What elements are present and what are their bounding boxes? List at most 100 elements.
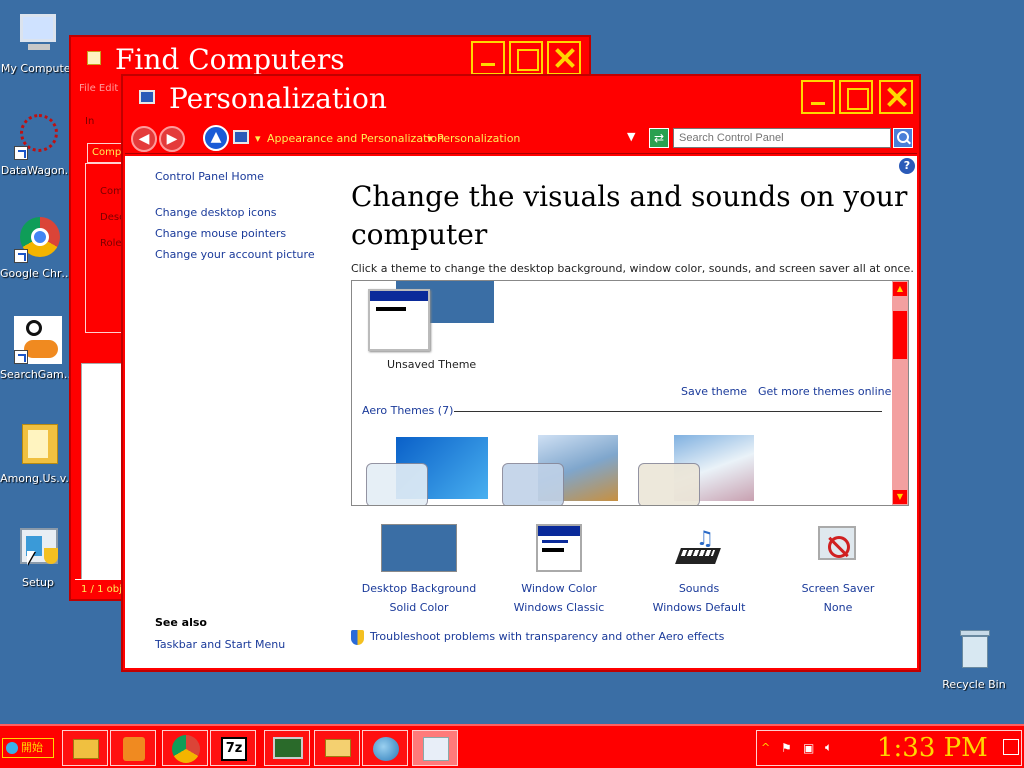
shortcut-arrow-icon xyxy=(14,350,28,364)
network-icon xyxy=(373,737,399,761)
group-divider xyxy=(454,411,882,412)
desktop-icon-label: DataWagon... xyxy=(0,164,76,177)
show-hidden-icons-button[interactable]: ^ xyxy=(761,741,770,754)
desktop-icon-among-us[interactable]: Among.Us.v... xyxy=(0,420,76,485)
theme-list-scrollbar[interactable]: ▲ ▼ xyxy=(892,281,908,505)
change-account-picture-link[interactable]: Change your account picture xyxy=(155,248,315,261)
window-title: Find Computers xyxy=(115,43,345,76)
breadcrumb-personalization[interactable]: Personalization xyxy=(437,132,520,145)
start-button[interactable]: 開始 xyxy=(2,738,54,758)
desktop-icon-datawagon[interactable]: DataWagon... xyxy=(0,112,76,177)
chrome-icon xyxy=(14,215,62,263)
screen-saver-setting[interactable]: Screen Saver None xyxy=(778,524,898,614)
gamepad-icon xyxy=(14,316,62,364)
desktop-icon-setup[interactable]: Setup xyxy=(0,524,76,589)
control-panel-icon xyxy=(233,130,249,144)
menu-bar[interactable]: File Edit xyxy=(79,83,118,94)
find-icon xyxy=(87,51,101,65)
status-bar: 1 / 1 obj xyxy=(75,579,123,599)
show-desktop-button[interactable] xyxy=(1003,739,1019,755)
volume-icon[interactable]: 🔈︎ xyxy=(825,740,832,755)
minimize-button[interactable] xyxy=(801,80,835,114)
maximize-button[interactable] xyxy=(509,41,543,75)
aero-theme-architecture[interactable] xyxy=(502,433,626,505)
taskbar: 開始 7z ^ ⚑ ▣ 🔈︎ 1:33 PM xyxy=(0,724,1024,768)
maximize-button[interactable] xyxy=(839,80,873,114)
scroll-thumb[interactable] xyxy=(893,311,907,359)
setup-icon xyxy=(14,524,62,572)
find-panel: Com Desc Role xyxy=(85,163,125,333)
aero-theme-windows7[interactable] xyxy=(366,437,490,505)
theme-list[interactable]: Unsaved Theme Save theme Get more themes… xyxy=(351,280,909,506)
get-more-themes-link[interactable]: Get more themes online xyxy=(758,385,891,398)
taskbar-monitor-button[interactable] xyxy=(264,730,310,766)
taskbar-control-panel-button[interactable] xyxy=(412,730,458,766)
up-button[interactable]: ▲ xyxy=(203,125,229,151)
minimize-button[interactable] xyxy=(471,41,505,75)
window-color-icon xyxy=(536,524,582,572)
taskbar-start-menu-link[interactable]: Taskbar and Start Menu xyxy=(155,638,285,651)
refresh-button[interactable]: ⇄ xyxy=(649,128,669,148)
taskbar-network-button[interactable] xyxy=(362,730,408,766)
taskbar-find-button[interactable] xyxy=(314,730,360,766)
help-icon[interactable]: ? xyxy=(899,158,915,174)
close-button[interactable] xyxy=(879,80,913,114)
control-panel-icon xyxy=(139,90,155,104)
scroll-up-button[interactable]: ▲ xyxy=(893,282,907,296)
change-desktop-icons-link[interactable]: Change desktop icons xyxy=(155,206,277,219)
sounds-icon: ♫ xyxy=(674,524,724,572)
breadcrumb-separator[interactable]: ▾ xyxy=(427,132,433,145)
find-tab[interactable]: Compu xyxy=(87,143,128,163)
desktop-background-icon xyxy=(381,524,457,572)
aero-themes-group-label: Aero Themes (7) xyxy=(362,404,454,417)
find-body: File Edit In Compu Com Desc Role 1 / 1 o… xyxy=(75,81,128,599)
taskbar-explorer-button[interactable] xyxy=(62,730,108,766)
title-bar[interactable]: Personalization xyxy=(123,76,919,120)
in-label: In xyxy=(85,116,95,127)
recycle-bin-icon xyxy=(950,626,998,674)
save-theme-link[interactable]: Save theme xyxy=(681,385,747,398)
unsaved-theme-label: Unsaved Theme xyxy=(387,358,477,371)
breadcrumb-appearance[interactable]: Appearance and Personalization xyxy=(267,132,444,145)
action-center-icon[interactable]: ⚑ xyxy=(781,741,792,755)
results-list[interactable] xyxy=(81,363,125,599)
desktop-icon-chrome[interactable]: Google Chrome xyxy=(0,215,76,280)
aero-theme-characters[interactable] xyxy=(638,433,762,505)
desktop-icon-searchgame[interactable]: SearchGame... xyxy=(0,316,76,381)
desktop-icon-label: SearchGame... xyxy=(0,368,76,381)
change-mouse-pointers-link[interactable]: Change mouse pointers xyxy=(155,227,286,240)
forward-button[interactable]: ▶ xyxy=(159,126,185,152)
desktop-background-setting[interactable]: Desktop Background Solid Color xyxy=(359,524,479,614)
taskbar-chrome-button[interactable] xyxy=(162,730,208,766)
taskbar-7zip-button[interactable]: 7z xyxy=(210,730,256,766)
monitor-icon xyxy=(273,737,303,759)
page-subtitle: Click a theme to change the desktop back… xyxy=(351,262,914,275)
address-dropdown-icon[interactable]: ▼ xyxy=(627,130,635,143)
folder-icon xyxy=(14,420,62,468)
scroll-down-button[interactable]: ▼ xyxy=(893,490,907,504)
clock[interactable]: 1:33 PM xyxy=(877,733,988,763)
control-panel-home-link[interactable]: Control Panel Home xyxy=(155,170,264,183)
datawagon-icon xyxy=(14,112,62,160)
desktop-icon-recycle-bin[interactable]: Recycle Bin xyxy=(936,626,1012,691)
window-color-setting[interactable]: Window Color Windows Classic xyxy=(499,524,619,614)
breadcrumb-separator[interactable]: ▾ xyxy=(255,132,261,145)
theme-thumbnail xyxy=(368,289,430,351)
taskbar-media-player-button[interactable] xyxy=(110,730,156,766)
search-input[interactable] xyxy=(673,128,891,148)
back-button[interactable]: ◀ xyxy=(131,126,157,152)
troubleshoot-aero-link[interactable]: Troubleshoot problems with transparency … xyxy=(370,630,724,643)
desktop-icon-label: Setup xyxy=(21,576,55,589)
desktop-icon-my-computer[interactable]: My Computer xyxy=(0,10,76,75)
sounds-setting[interactable]: ♫ Sounds Windows Default xyxy=(639,524,759,614)
shortcut-arrow-icon xyxy=(14,249,28,263)
unsaved-theme-tile[interactable] xyxy=(366,281,494,355)
search-button[interactable] xyxy=(893,128,913,148)
personalization-window[interactable]: Personalization ◀ ▶ ▲ ▾ Appearance and P… xyxy=(121,74,921,672)
find-icon xyxy=(325,739,351,757)
mouse-cursor-icon xyxy=(27,551,35,565)
desktop-icon-label: Google Chrome xyxy=(0,267,76,280)
system-tray: ^ ⚑ ▣ 🔈︎ 1:33 PM xyxy=(756,730,1022,766)
network-tray-icon[interactable]: ▣ xyxy=(803,741,814,755)
close-button[interactable] xyxy=(547,41,581,75)
